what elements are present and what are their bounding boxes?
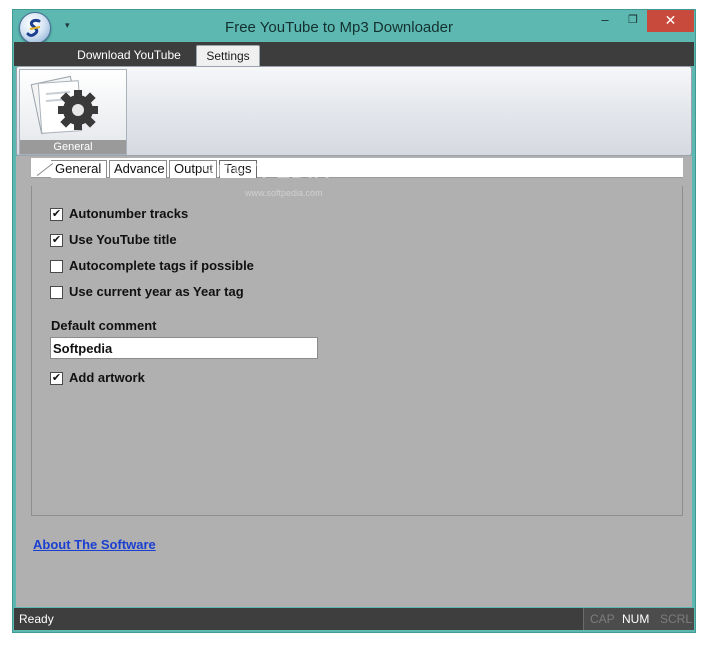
add-artwork-label: Add artwork — [69, 370, 145, 385]
caps-lock-indicator: CAP — [590, 612, 615, 626]
ribbon-tab-strip: Download YouTube Settings — [14, 42, 694, 66]
maximize-button[interactable]: ❐ — [619, 10, 647, 32]
ribbon-panel: General — [16, 66, 692, 156]
about-software-link[interactable]: About The Software — [33, 537, 156, 552]
autocomplete-tags-checkbox[interactable] — [50, 260, 63, 273]
close-button[interactable]: ✕ — [647, 10, 694, 32]
tags-panel: ✔ Autonumber tracks ✔ Use YouTube title … — [31, 186, 683, 516]
use-youtube-title-label: Use YouTube title — [69, 232, 177, 247]
default-comment-input[interactable] — [50, 337, 318, 359]
settings-tab-bar: General Advance Output Tags — [31, 158, 683, 178]
settings-content: General Advance Output Tags ✔ Autonumber… — [16, 156, 692, 607]
tab-advance[interactable]: Advance — [109, 160, 167, 178]
general-button-label: General — [20, 140, 126, 154]
tab-download-youtube[interactable]: Download YouTube — [68, 45, 190, 66]
use-current-year-label: Use current year as Year tag — [69, 284, 244, 299]
default-comment-label: Default comment — [51, 318, 157, 333]
tab-tags[interactable]: Tags — [219, 160, 257, 178]
status-text: Ready — [19, 612, 54, 626]
minimize-button[interactable]: – — [591, 10, 619, 32]
window-title: Free YouTube to Mp3 Downloader — [225, 19, 453, 36]
add-artwork-checkbox[interactable]: ✔ — [50, 372, 63, 385]
gear-icon — [30, 75, 98, 135]
autonumber-tracks-label: Autonumber tracks — [69, 206, 189, 221]
tab-general[interactable]: General — [51, 160, 107, 178]
status-bar: Ready CAP NUM SCRL — [14, 608, 694, 630]
keyboard-indicators: CAP NUM SCRL — [583, 608, 694, 630]
tab-settings[interactable]: Settings — [196, 45, 260, 66]
app-window: ▾ Free YouTube to Mp3 Downloader – ❐ ✕ D… — [12, 9, 696, 633]
num-lock-indicator: NUM — [622, 612, 650, 626]
scroll-lock-indicator: SCRL — [660, 612, 693, 626]
autocomplete-tags-label: Autocomplete tags if possible — [69, 258, 254, 273]
autonumber-tracks-checkbox[interactable]: ✔ — [50, 208, 63, 221]
general-settings-button[interactable]: General — [19, 69, 127, 155]
tab-output[interactable]: Output — [169, 160, 217, 178]
use-youtube-title-checkbox[interactable]: ✔ — [50, 234, 63, 247]
title-bar[interactable]: ▾ Free YouTube to Mp3 Downloader – ❐ ✕ — [13, 10, 695, 44]
use-current-year-checkbox[interactable] — [50, 286, 63, 299]
